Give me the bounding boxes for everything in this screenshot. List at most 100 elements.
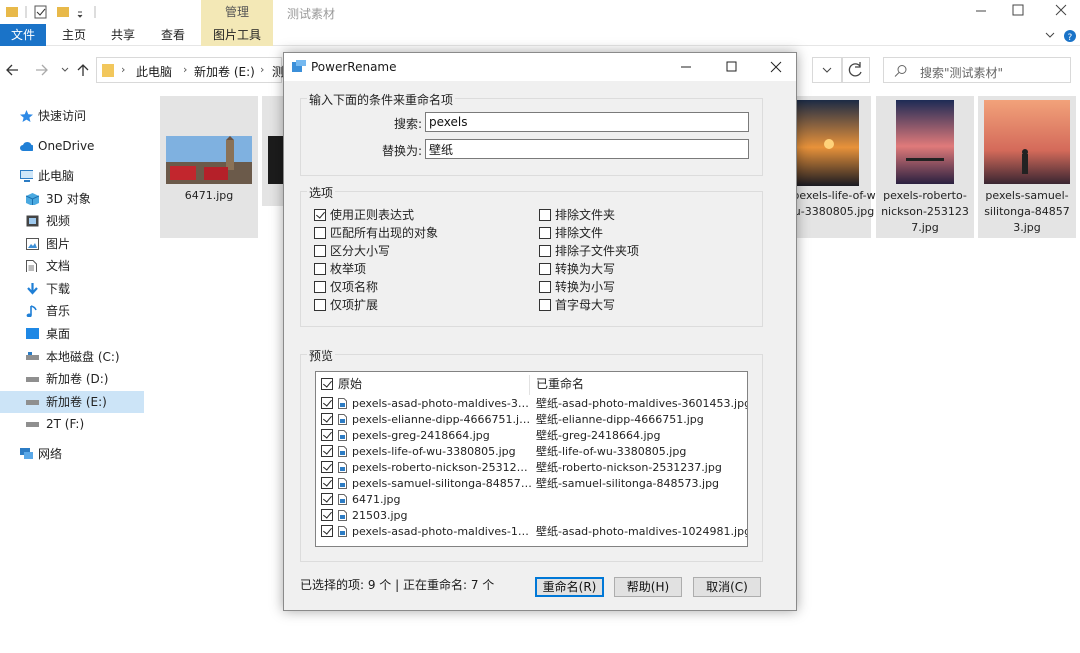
nav-drive-d[interactable]: 新加卷 (D:) <box>0 368 144 390</box>
option-exclude-subfolder-items[interactable]: 排除子文件夹项 <box>539 243 639 261</box>
breadcrumb-drive-e[interactable]: 新加卷 (E:) <box>194 63 255 80</box>
row-renamed-name: 壁纸-elianne-dipp-4666751.jpg <box>536 413 704 426</box>
nav-documents[interactable]: 文档 <box>0 255 144 277</box>
powerrename-dialog: PowerRename 输入下面的条件来重命名项 搜索: 替换为: 选项 使用正… <box>283 52 797 611</box>
dialog-titlebar[interactable]: PowerRename <box>284 53 796 81</box>
nav-onedrive[interactable]: OneDrive <box>0 135 144 157</box>
dialog-window-controls[interactable] <box>679 59 789 75</box>
thumbnail-roberto-nickson[interactable]: pexels-roberto- nickson-253123 7.jpg <box>876 96 974 238</box>
nav-arrows-icon[interactable] <box>6 62 92 78</box>
breadcrumb-this-pc[interactable]: 此电脑 <box>136 63 172 80</box>
image-file-icon <box>338 526 347 537</box>
rename-button[interactable]: 重命名(R) <box>535 577 604 597</box>
row-checkbox[interactable] <box>321 525 333 537</box>
extension-only-checkbox[interactable] <box>314 299 326 311</box>
row-checkbox[interactable] <box>321 445 333 457</box>
row-checkbox[interactable] <box>321 413 333 425</box>
thumbnail-samuel-silitonga[interactable]: pexels-samuel- silitonga-84857 3.jpg <box>978 96 1076 238</box>
row-checkbox[interactable] <box>321 477 333 489</box>
row-checkbox[interactable] <box>321 429 333 441</box>
nav-drive-c[interactable]: 本地磁盘 (C:) <box>0 346 144 368</box>
nav-pictures[interactable]: 图片 <box>0 233 144 255</box>
preview-row[interactable]: pexels-elianne-dipp-4666751.jpg 壁纸-eliann… <box>316 412 747 428</box>
search-icon <box>894 65 907 77</box>
refresh-button[interactable] <box>842 57 870 83</box>
option-uppercase[interactable]: 转换为大写 <box>539 261 615 279</box>
close-icon <box>770 61 782 73</box>
nav-quick-access[interactable]: 快速访问 <box>0 105 144 127</box>
address-dropdown-button[interactable] <box>812 57 842 83</box>
column-original[interactable]: 原始 <box>338 375 518 393</box>
thumbnail-6471[interactable]: 6471.jpg <box>160 96 258 238</box>
nav-downloads[interactable]: 下载 <box>0 278 144 300</box>
help-button[interactable]: 帮助(H) <box>614 577 682 597</box>
select-all-checkbox[interactable] <box>321 378 333 390</box>
row-checkbox[interactable] <box>321 509 333 521</box>
regex-checkbox[interactable] <box>314 209 326 221</box>
option-exclude-files[interactable]: 排除文件 <box>539 225 603 243</box>
preview-row[interactable]: pexels-asad-photo-maldives-360145... 壁纸-a… <box>316 396 747 412</box>
thumbnail-life-of-wu[interactable]: pexels-life-of-w u-3380805.jpg <box>792 96 876 238</box>
option-case-sensitive[interactable]: 区分大小写 <box>314 243 390 261</box>
row-original-name: 21503.jpg <box>352 509 408 522</box>
option-exclude-folders[interactable]: 排除文件夹 <box>539 207 615 225</box>
tab-share[interactable]: 共享 <box>100 24 146 46</box>
preview-list[interactable]: 原始 已重命名 pexels-asad-photo-maldives-36014… <box>315 371 748 547</box>
option-match-all[interactable]: 匹配所有出现的对象 <box>314 225 438 243</box>
option-titlecase[interactable]: 首字母大写 <box>539 297 615 315</box>
nav-drive-f[interactable]: 2T (F:) <box>0 413 144 435</box>
uppercase-checkbox[interactable] <box>539 263 551 275</box>
preview-row[interactable]: pexels-greg-2418664.jpg 壁纸-greg-2418664.j… <box>316 428 747 444</box>
titlecase-checkbox[interactable] <box>539 299 551 311</box>
exclude-files-checkbox[interactable] <box>539 227 551 239</box>
tab-view[interactable]: 查看 <box>150 24 196 46</box>
exclude-subfolder-checkbox[interactable] <box>539 245 551 257</box>
preview-row[interactable]: 6471.jpg <box>316 492 747 508</box>
nav-drive-e[interactable]: 新加卷 (E:) <box>0 391 144 413</box>
nav-this-pc[interactable]: 此电脑 <box>0 165 144 187</box>
replace-label: 替换为: <box>381 144 422 158</box>
nav-videos[interactable]: 视频 <box>0 210 144 232</box>
address-box[interactable]: › 此电脑 › 新加卷 (E:) › 测 <box>96 57 284 83</box>
option-extension-only[interactable]: 仅项扩展 <box>314 297 378 315</box>
preview-row[interactable]: pexels-roberto-nickson-2531237.jpg 壁纸-rob… <box>316 460 747 476</box>
window-controls[interactable] <box>960 0 1080 22</box>
preview-row[interactable]: pexels-asad-photo-maldives-102498... 壁纸-a… <box>316 524 747 540</box>
thumbnail-partial[interactable] <box>262 96 284 206</box>
replace-input[interactable] <box>425 139 749 159</box>
search-box[interactable]: 搜索"测试素材" <box>883 57 1071 83</box>
enumerate-checkbox[interactable] <box>314 263 326 275</box>
option-name-only[interactable]: 仅项名称 <box>314 279 378 297</box>
nav-3d-objects[interactable]: 3D 对象 <box>0 188 144 210</box>
column-renamed[interactable]: 已重命名 <box>536 375 741 393</box>
quick-access-toolbar-icons[interactable] <box>6 4 101 20</box>
manage-context-tab[interactable]: 管理 <box>201 0 273 24</box>
search-input[interactable] <box>425 112 749 132</box>
case-checkbox[interactable] <box>314 245 326 257</box>
lowercase-checkbox[interactable] <box>539 281 551 293</box>
match-all-checkbox[interactable] <box>314 227 326 239</box>
refresh-icon <box>848 62 862 77</box>
name-only-checkbox[interactable] <box>314 281 326 293</box>
ribbon-expand-icons[interactable]: ? <box>1043 29 1077 43</box>
row-checkbox[interactable] <box>321 397 333 409</box>
row-checkbox[interactable] <box>321 461 333 473</box>
preview-row[interactable]: pexels-samuel-silitonga-848573.jpg 壁纸-sam… <box>316 476 747 492</box>
nav-music[interactable]: 音乐 <box>0 300 144 322</box>
nav-label: 3D 对象 <box>46 192 91 206</box>
row-original-name: 6471.jpg <box>352 493 401 506</box>
thumbnail-caption: pexels-samuel- silitonga-84857 3.jpg <box>984 189 1070 234</box>
exclude-folders-checkbox[interactable] <box>539 209 551 221</box>
tab-file[interactable]: 文件 <box>0 24 46 46</box>
tab-picture-tools[interactable]: 图片工具 <box>201 24 273 46</box>
option-use-regex[interactable]: 使用正则表达式 <box>314 207 414 225</box>
preview-row[interactable]: 21503.jpg <box>316 508 747 524</box>
nav-desktop[interactable]: 桌面 <box>0 323 144 345</box>
option-enumerate[interactable]: 枚举项 <box>314 261 366 279</box>
cancel-button[interactable]: 取消(C) <box>693 577 761 597</box>
row-checkbox[interactable] <box>321 493 333 505</box>
preview-row[interactable]: pexels-life-of-wu-3380805.jpg 壁纸-life-of-… <box>316 444 747 460</box>
tab-home[interactable]: 主页 <box>52 24 96 46</box>
nav-network[interactable]: 网络 <box>0 443 144 465</box>
option-lowercase[interactable]: 转换为小写 <box>539 279 615 297</box>
